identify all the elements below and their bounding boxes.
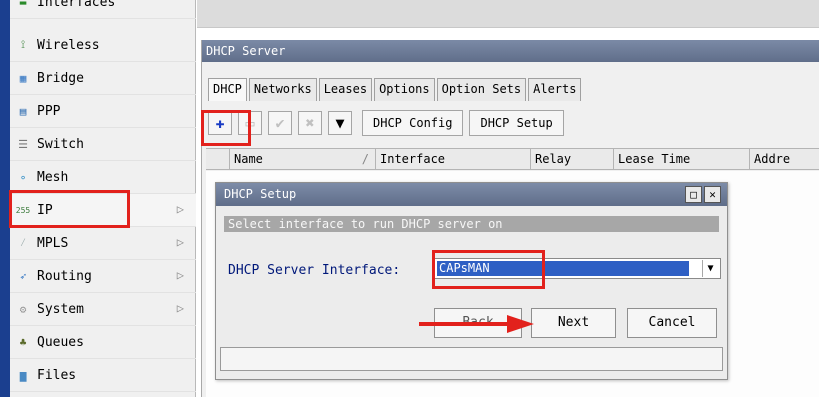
column-header-blank	[206, 149, 230, 170]
sidebar-item-files[interactable]: ▆ Files	[10, 359, 196, 392]
submenu-arrow-icon: ▷	[176, 235, 184, 249]
red-arrow-icon	[419, 315, 534, 333]
tab-networks[interactable]: Networks	[248, 78, 317, 101]
switch-icon: ☰	[18, 137, 28, 151]
submenu-arrow-icon: ▷	[176, 202, 184, 216]
column-header-lease-time[interactable]: Lease Time	[614, 149, 750, 170]
sidebar-item-mpls[interactable]: ⁄ MPLS ▷	[10, 227, 196, 260]
dialog-message: Select interface to run DHCP server on	[224, 216, 719, 232]
column-header-interface[interactable]: Interface	[376, 149, 531, 170]
submenu-arrow-icon: ▷	[176, 268, 184, 282]
tab-dhcp[interactable]: DHCP	[208, 78, 247, 101]
table-header: Name / Interface Relay Lease Time Addre	[206, 148, 819, 170]
dialog-status-bar	[220, 347, 723, 371]
wireless-icon: ⟟	[20, 38, 26, 51]
toolbar: ✚ ▭ ✔ ✖ ▼ DHCP Config DHCP Setup	[208, 108, 570, 138]
sidebar-item-label: Mesh	[37, 169, 69, 185]
sort-indicator-icon: /	[361, 152, 369, 166]
system-icon: ⚙	[19, 302, 27, 316]
dialog-title: DHCP Setup	[224, 187, 297, 201]
mpls-icon: ⁄	[19, 236, 27, 249]
queues-icon: ♣	[19, 335, 27, 349]
interfaces-icon: ▬	[19, 0, 27, 9]
sidebar-item-system[interactable]: ⚙ System ▷	[10, 293, 196, 326]
sidebar-item-ppp[interactable]: ▤ PPP	[10, 95, 196, 128]
tab-alerts[interactable]: Alerts	[528, 78, 582, 101]
routing-icon: ➶	[19, 269, 27, 283]
column-header-address[interactable]: Addre	[750, 149, 819, 170]
sidebar-item-label: Routing	[37, 268, 92, 284]
cross-icon: ✖	[305, 114, 315, 132]
sidebar-item-label: Switch	[37, 136, 84, 152]
mesh-icon: ∘	[19, 170, 27, 184]
dhcp-setup-button[interactable]: DHCP Setup	[469, 110, 564, 136]
sidebar-item-label: MPLS	[37, 235, 69, 251]
tab-options[interactable]: Options	[374, 78, 435, 101]
sidebar-item-switch[interactable]: ☰ Switch	[10, 128, 196, 161]
dropdown-arrow-icon[interactable]: ▼	[702, 260, 718, 277]
ip-highlight-box	[9, 190, 130, 228]
sidebar-item-label: PPP	[37, 103, 61, 119]
maximize-button[interactable]: □	[685, 186, 702, 203]
disable-button[interactable]: ✖	[298, 111, 322, 135]
tab-option-sets[interactable]: Option Sets	[436, 78, 527, 101]
files-icon: ▆	[19, 368, 27, 382]
close-button[interactable]: ✕	[704, 186, 721, 203]
bridge-icon: ▦	[19, 71, 27, 85]
check-icon: ✔	[275, 114, 285, 132]
maximize-icon: □	[690, 188, 697, 201]
cancel-button[interactable]: Cancel	[627, 308, 717, 338]
sidebar-item-label: Bridge	[37, 70, 84, 86]
add-button-highlight-box	[201, 110, 251, 146]
tab-leases[interactable]: Leases	[318, 78, 373, 101]
column-header-name[interactable]: Name /	[230, 149, 376, 170]
sidebar-item-queues[interactable]: ♣ Queues	[10, 326, 196, 359]
column-header-relay[interactable]: Relay	[531, 149, 614, 170]
window-title: DHCP Server	[202, 40, 819, 62]
sidebar-item-label: Queues	[37, 334, 84, 350]
interface-highlight-box	[432, 250, 545, 289]
dhcp-server-interface-label: DHCP Server Interface:	[228, 263, 401, 278]
dhcp-config-button[interactable]: DHCP Config	[362, 110, 464, 136]
next-button[interactable]: Next	[531, 308, 616, 338]
submenu-arrow-icon: ▷	[176, 301, 184, 315]
tab-bar: DHCP Networks Leases Options Option Sets…	[208, 78, 583, 101]
sidebar-item-bridge[interactable]: ▦ Bridge	[10, 62, 196, 95]
filter-button[interactable]: ▼	[328, 111, 352, 135]
top-bar	[197, 0, 819, 28]
sidebar-item-interfaces[interactable]: ▬ Interfaces	[10, 0, 196, 19]
sidebar-item-label: Wireless	[37, 37, 100, 53]
ppp-icon: ▤	[19, 104, 27, 118]
sidebar-item-routing[interactable]: ➶ Routing ▷	[10, 260, 196, 293]
close-icon: ✕	[709, 188, 716, 201]
sidebar-item-label: Files	[37, 367, 77, 383]
sidebar-item-label: System	[37, 301, 84, 317]
sidebar-item-wireless[interactable]: ⟟ Wireless	[10, 29, 196, 62]
enable-button[interactable]: ✔	[268, 111, 292, 135]
dialog-title-bar: DHCP Setup □ ✕	[216, 183, 727, 206]
column-label: Name	[234, 152, 263, 166]
filter-icon: ▼	[335, 114, 345, 132]
sidebar-item-label: Interfaces	[37, 0, 116, 10]
